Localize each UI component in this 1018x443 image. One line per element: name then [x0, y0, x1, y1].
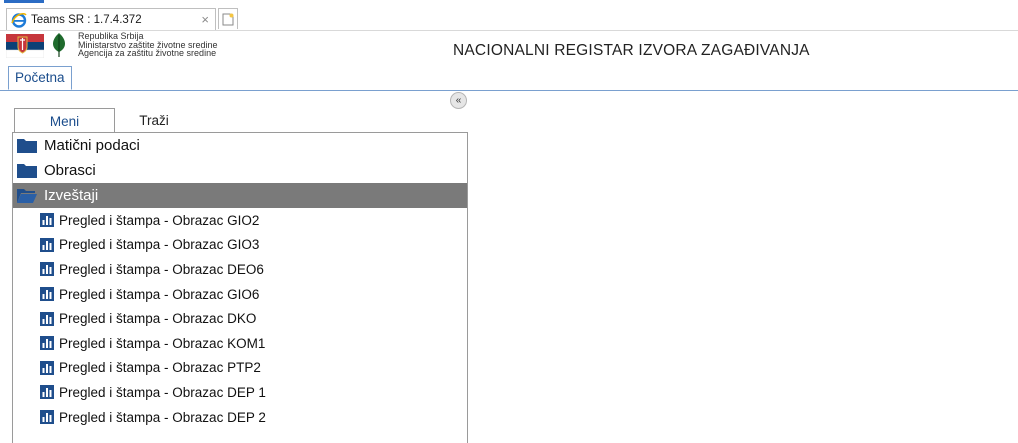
report-item-label: Pregled i štampa - Obrazac DKO [59, 311, 257, 327]
tab-pocetna[interactable]: Početna [8, 66, 72, 90]
report-item-dep1[interactable]: Pregled i štampa - Obrazac DEP 1 [13, 380, 467, 405]
report-item-label: Pregled i štampa - Obrazac PTP2 [59, 360, 261, 376]
bar-chart-icon [40, 237, 54, 252]
org-line-agency: Agencija za zaštitu životne sredine [78, 48, 217, 58]
report-item-label: Pregled i štampa - Obrazac DEP 2 [59, 409, 266, 425]
tab-trazi[interactable]: Traži [115, 108, 193, 132]
browser-tab-strip: Teams SR : 1.7.4.372 × [0, 0, 1018, 31]
menu-category-maticni-podaci[interactable]: Matični podaci [13, 133, 467, 158]
internet-explorer-icon [11, 12, 27, 28]
folder-open-icon [17, 189, 37, 203]
browser-tab-title: Teams SR : 1.7.4.372 [31, 13, 142, 26]
bar-chart-icon [40, 287, 54, 302]
browser-tab[interactable]: Teams SR : 1.7.4.372 × [6, 8, 216, 30]
new-tab-button[interactable] [218, 8, 238, 29]
bar-chart-icon [40, 262, 54, 277]
bar-chart-icon [40, 311, 54, 326]
report-item-label: Pregled i štampa - Obrazac DEP 1 [59, 384, 266, 400]
report-item-label: Pregled i štampa - Obrazac GIO2 [59, 212, 260, 228]
panel-tabs: Meni Traži [0, 108, 470, 132]
bar-chart-icon [40, 213, 54, 228]
report-item-gio3[interactable]: Pregled i štampa - Obrazac GIO3 [13, 233, 467, 258]
report-item-deo6[interactable]: Pregled i štampa - Obrazac DEO6 [13, 257, 467, 282]
new-tab-icon [222, 13, 234, 25]
report-item-ptp2[interactable]: Pregled i štampa - Obrazac PTP2 [13, 356, 467, 381]
bar-chart-icon [40, 360, 54, 375]
double-chevron-left-icon: « [455, 94, 462, 106]
organization-name: Republika Srbija Ministarstvo zaštite ži… [78, 32, 218, 58]
menu-category-izvestaji[interactable]: Izveštaji [13, 183, 467, 208]
serbia-coat-of-arms-flag-icon [6, 34, 44, 58]
report-item-gio6[interactable]: Pregled i štampa - Obrazac GIO6 [13, 282, 467, 307]
tab-meni[interactable]: Meni [14, 108, 115, 132]
report-item-label: Pregled i štampa - Obrazac DEO6 [59, 261, 264, 277]
page-tab-row: Početna [0, 66, 1018, 91]
app-title: NACIONALNI REGISTAR IZVORA ZAGAĐIVANJA [453, 42, 810, 59]
agency-leaf-logo-icon [53, 33, 65, 57]
menu-category-label: Matični podaci [44, 137, 140, 154]
report-item-gio2[interactable]: Pregled i štampa - Obrazac GIO2 [13, 208, 467, 233]
bar-chart-icon [40, 336, 54, 351]
collapse-panel-button[interactable]: « [450, 92, 467, 109]
menu-tree: Matični podaci Obrasci Izveštaji Pregled… [12, 132, 468, 443]
bar-chart-icon [40, 385, 54, 400]
bar-chart-icon [40, 410, 54, 425]
menu-category-obrasci[interactable]: Obrasci [13, 158, 467, 183]
report-item-dko[interactable]: Pregled i štampa - Obrazac DKO [13, 306, 467, 331]
folder-icon [17, 164, 37, 178]
browser-accent-bar [4, 0, 44, 3]
report-item-label: Pregled i štampa - Obrazac GIO3 [59, 237, 260, 253]
menu-category-label: Obrasci [44, 162, 96, 179]
report-item-label: Pregled i štampa - Obrazac GIO6 [59, 286, 260, 302]
report-item-kom1[interactable]: Pregled i štampa - Obrazac KOM1 [13, 331, 467, 356]
app-header: Republika Srbija Ministarstvo zaštite ži… [0, 30, 1018, 66]
report-item-label: Pregled i štampa - Obrazac KOM1 [59, 335, 266, 351]
close-tab-icon[interactable]: × [201, 12, 209, 27]
folder-icon [17, 139, 37, 153]
menu-category-label: Izveštaji [44, 187, 99, 204]
report-item-dep2[interactable]: Pregled i štampa - Obrazac DEP 2 [13, 405, 467, 430]
